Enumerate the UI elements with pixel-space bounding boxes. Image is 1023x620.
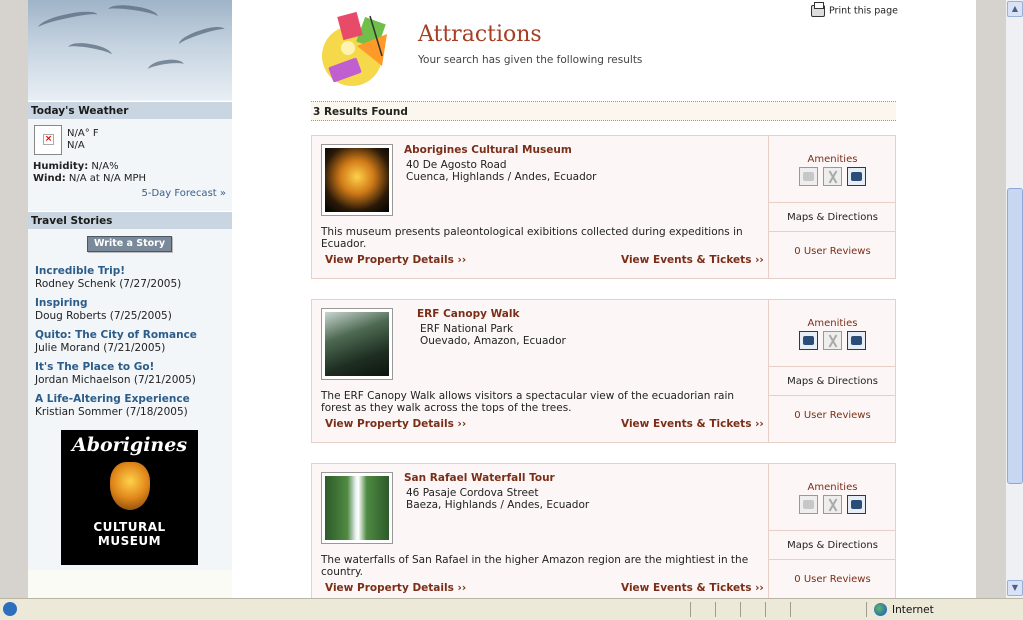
story-title-link[interactable]: Incredible Trip!	[35, 265, 230, 277]
story-title-link[interactable]: It's The Place to Go!	[35, 361, 230, 373]
scroll-down-button[interactable]: ▼	[1007, 580, 1023, 596]
property-side-panel: Amenities Maps & Directions 0 User Revie…	[768, 300, 896, 442]
parking-icon	[847, 331, 867, 350]
scrollbar-thumb[interactable]	[1007, 188, 1023, 484]
property-address-line2: Cuenca, Highlands / Andes, Ecuador	[406, 171, 597, 183]
sidebar-footer	[28, 570, 232, 598]
property-side-panel: Amenities Maps & Directions 0 User Revie…	[768, 464, 896, 598]
weather-heading: Today's Weather	[28, 101, 232, 119]
amenities-box: Amenities	[769, 300, 896, 367]
story-title-link[interactable]: Inspiring	[35, 297, 230, 309]
maps-directions-link[interactable]: Maps & Directions	[769, 367, 896, 396]
web-page: Today's Weather × N/A° F N/A Humidity: N…	[28, 0, 976, 598]
story-item: Incredible Trip! Rodney Schenk (7/27/200…	[35, 265, 230, 297]
restaurant-icon	[823, 331, 842, 350]
results-count: 3 Results Found	[311, 101, 896, 121]
weather-image-icon: ×	[34, 125, 62, 155]
security-zone-label: Internet	[892, 604, 934, 616]
printer-icon	[811, 2, 825, 17]
travel-stories-list: Incredible Trip! Rodney Schenk (7/27/200…	[35, 265, 230, 425]
property-description: This museum presents paleontological exi…	[321, 226, 743, 250]
ad-subtitle: CULTURAL MUSEUM	[93, 520, 166, 548]
story-item: A Life-Altering Experience Kristian Somm…	[35, 393, 230, 425]
view-property-details-link[interactable]: View Property Details ››	[325, 254, 466, 266]
browser-status-bar: Internet	[0, 598, 1023, 620]
amenities-box: Amenities	[769, 136, 896, 203]
left-sidebar: Today's Weather × N/A° F N/A Humidity: N…	[28, 0, 232, 598]
scroll-up-button[interactable]: ▲	[1007, 1, 1023, 17]
story-item: It's The Place to Go! Jordan Michaelson …	[35, 361, 230, 393]
property-thumbnail[interactable]	[321, 308, 393, 380]
property-name-link[interactable]: ERF Canopy Walk	[417, 308, 519, 320]
property-address-line2: Ouevado, Amazon, Ecuador	[420, 335, 566, 347]
property-description: The waterfalls of San Rafael in the high…	[321, 554, 749, 578]
page-right-margin	[976, 0, 1005, 598]
gift-shop-icon	[798, 331, 818, 350]
weather-humidity: Humidity: N/A%	[33, 161, 119, 172]
museum-ad-banner[interactable]: Aborigines CULTURAL MUSEUM	[61, 430, 198, 565]
attractions-logo-icon	[322, 11, 387, 86]
maps-directions-link[interactable]: Maps & Directions	[769, 531, 896, 560]
gift-shop-icon	[798, 167, 818, 186]
weather-wind: Wind: N/A at N/A MPH	[33, 173, 147, 184]
museum-emblem-icon	[109, 462, 150, 510]
story-author: Julie Morand (7/21/2005)	[35, 342, 166, 354]
view-events-tickets-link[interactable]: View Events & Tickets ››	[621, 582, 764, 594]
view-events-tickets-link[interactable]: View Events & Tickets ››	[621, 254, 764, 266]
property-name-link[interactable]: Aborigines Cultural Museum	[404, 144, 572, 156]
internet-zone-globe-icon	[874, 603, 887, 616]
story-author: Kristian Sommer (7/18/2005)	[35, 406, 188, 418]
property-address-line1: 40 De Agosto Road	[406, 159, 507, 171]
story-author: Doug Roberts (7/25/2005)	[35, 310, 172, 322]
weather-condition: N/A	[67, 140, 85, 151]
browser-viewport: Today's Weather × N/A° F N/A Humidity: N…	[0, 0, 1005, 598]
travel-stories-heading: Travel Stories	[28, 211, 232, 229]
user-reviews-link[interactable]: 0 User Reviews	[769, 410, 896, 421]
ie-page-icon	[3, 602, 17, 616]
amenities-label: Amenities	[807, 154, 858, 165]
user-reviews-link[interactable]: 0 User Reviews	[769, 574, 896, 585]
bird-banner-image	[28, 0, 232, 100]
maps-directions-link[interactable]: Maps & Directions	[769, 203, 896, 232]
property-address-line1: ERF National Park	[420, 323, 514, 335]
property-address-line2: Baeza, Highlands / Andes, Ecuador	[406, 499, 590, 511]
story-item: Quito: The City of Romance Julie Morand …	[35, 329, 230, 361]
result-card: San Rafael Waterfall Tour 46 Pasaje Cord…	[311, 463, 896, 598]
amenities-label: Amenities	[807, 318, 858, 329]
property-address-line1: 46 Pasaje Cordova Street	[406, 487, 539, 499]
user-reviews-link[interactable]: 0 User Reviews	[769, 246, 896, 257]
weather-panel: × N/A° F N/A Humidity: N/A% Wind: N/A at…	[28, 119, 232, 207]
property-thumbnail[interactable]	[321, 144, 393, 216]
property-name-link[interactable]: San Rafael Waterfall Tour	[404, 472, 555, 484]
view-events-tickets-link[interactable]: View Events & Tickets ››	[621, 418, 764, 430]
property-description: The ERF Canopy Walk allows visitors a sp…	[321, 390, 735, 414]
result-card: ERF Canopy Walk ERF National Park Ouevad…	[311, 299, 896, 443]
view-property-details-link[interactable]: View Property Details ››	[325, 582, 466, 594]
page-title: Attractions	[418, 22, 542, 47]
amenities-label: Amenities	[807, 482, 858, 493]
page-subtitle: Your search has given the following resu…	[418, 54, 643, 66]
ad-title: Aborigines	[71, 434, 188, 456]
story-item: Inspiring Doug Roberts (7/25/2005)	[35, 297, 230, 329]
print-page-link[interactable]: Print this page	[811, 2, 898, 17]
restaurant-icon	[823, 167, 842, 186]
story-author: Jordan Michaelson (7/21/2005)	[35, 374, 196, 386]
view-property-details-link[interactable]: View Property Details ››	[325, 418, 466, 430]
story-author: Rodney Schenk (7/27/2005)	[35, 278, 182, 290]
story-title-link[interactable]: A Life-Altering Experience	[35, 393, 230, 405]
story-title-link[interactable]: Quito: The City of Romance	[35, 329, 230, 341]
restaurant-icon	[823, 495, 842, 514]
write-story-button[interactable]: Write a Story	[87, 236, 172, 252]
result-card: Aborigines Cultural Museum 40 De Agosto …	[311, 135, 896, 279]
parking-icon	[847, 167, 867, 186]
parking-icon	[847, 495, 867, 514]
amenities-box: Amenities	[769, 464, 896, 531]
weather-temperature: N/A° F	[67, 128, 99, 139]
vertical-scrollbar[interactable]: ▲ ▼	[1005, 0, 1023, 598]
gift-shop-icon	[798, 495, 818, 514]
property-side-panel: Amenities Maps & Directions 0 User Revie…	[768, 136, 896, 278]
property-thumbnail[interactable]	[321, 472, 393, 544]
five-day-forecast-link[interactable]: 5-Day Forecast »	[141, 188, 226, 199]
